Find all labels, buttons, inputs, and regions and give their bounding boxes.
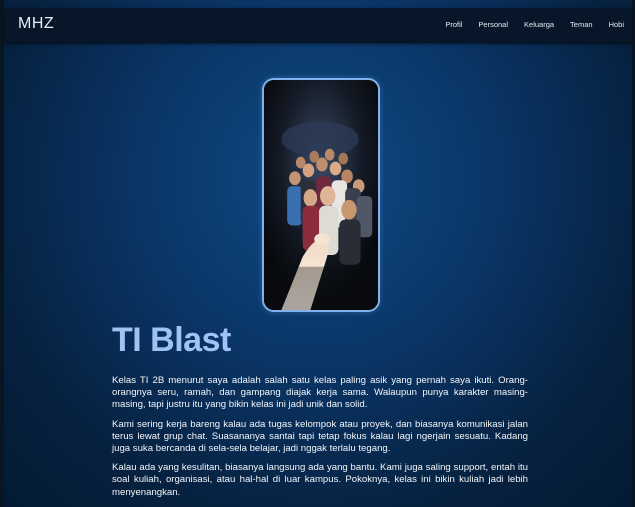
top-navbar: MHZ Profil Personal Keluarga Teman Hobi [4,8,632,43]
article-content: Kelas TI 2B menurut saya adalah salah sa… [112,375,528,506]
nav-link-keluarga[interactable]: Keluarga [524,20,554,29]
group-selfie-image [264,80,378,310]
nav-link-hobi[interactable]: Hobi [609,20,624,29]
nav-link-personal[interactable]: Personal [478,20,508,29]
paragraph-2: Kami sering kerja bareng kalau ada tugas… [112,418,528,455]
page-title: TI Blast [112,321,231,359]
nav-link-teman[interactable]: Teman [570,20,593,29]
brand-logo[interactable]: MHZ [18,15,54,33]
paragraph-3: Kalau ada yang kesulitan, biasanya langs… [112,462,528,498]
nav-link-profil[interactable]: Profil [445,20,462,29]
paragraph-1: Kelas TI 2B menurut saya adalah salah sa… [112,375,528,411]
class-group-photo [262,78,380,312]
nav-menu: Profil Personal Keluarga Teman Hobi [429,20,624,29]
